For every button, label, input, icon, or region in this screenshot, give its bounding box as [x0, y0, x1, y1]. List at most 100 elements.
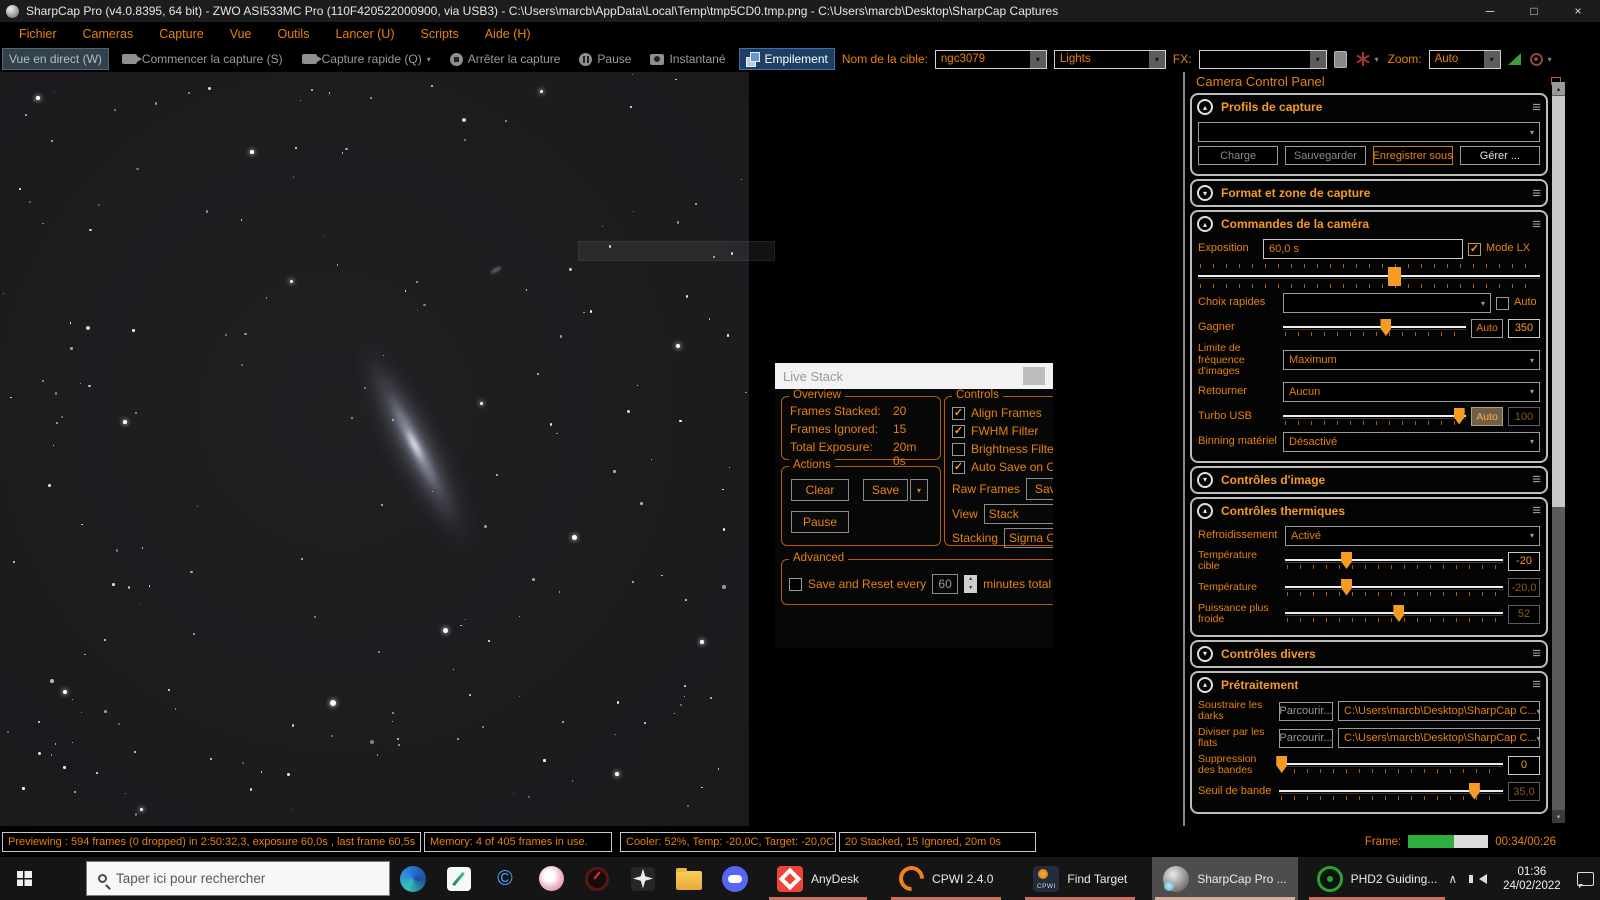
search-input[interactable]: [116, 871, 356, 886]
darks-combo[interactable]: C:\Users\marcb\Desktop\SharpCap C...▾: [1338, 701, 1540, 721]
section-commandes-header[interactable]: ▴ Commandes de la caméra ≡: [1197, 213, 1541, 235]
save-reset-checkbox[interactable]: ✓: [789, 578, 802, 591]
panel-splitter[interactable]: [1183, 72, 1185, 826]
live-stack-titlebar[interactable]: Live Stack: [775, 363, 1053, 389]
flats-browse-button[interactable]: Parcourir...: [1279, 729, 1333, 748]
live-stack-button[interactable]: Empilement: [739, 48, 835, 70]
gagner-auto-button[interactable]: Auto: [1471, 319, 1503, 338]
reticle-button[interactable]: ▾: [1528, 48, 1554, 70]
refroidissement-combo[interactable]: Activé▾: [1285, 526, 1540, 546]
seuil-slider[interactable]: [1279, 781, 1503, 803]
menu-scripts[interactable]: Scripts: [408, 22, 472, 46]
minimize-button[interactable]: ─: [1468, 0, 1512, 22]
pause-stack-button[interactable]: Pause: [791, 511, 849, 533]
choix-auto-checkbox[interactable]: ✓: [1496, 297, 1509, 310]
taskbar-discord-icon[interactable]: [712, 857, 758, 900]
chevron-down-icon[interactable]: ▾: [1484, 51, 1500, 68]
temperature-cible-slider[interactable]: [1285, 550, 1503, 572]
section-divers-header[interactable]: ▾ Contrôles divers ≡: [1197, 643, 1541, 665]
turbo-auto-button[interactable]: Auto: [1471, 407, 1503, 426]
frame-type-combo[interactable]: Lights▾: [1054, 50, 1166, 69]
fx-combo[interactable]: ▾: [1199, 50, 1327, 69]
collapse-icon[interactable]: ▴: [1197, 503, 1213, 519]
menu-cameras[interactable]: Cameras: [70, 22, 147, 46]
hamburger-icon[interactable]: ≡: [1532, 217, 1541, 232]
live-stack-title-button[interactable]: [1023, 367, 1045, 385]
save-stack-button[interactable]: Save St: [1026, 478, 1053, 500]
exposition-slider[interactable]: [1198, 263, 1540, 289]
notification-icon[interactable]: [1577, 872, 1594, 886]
choix-rapides-combo[interactable]: ▾: [1283, 293, 1491, 313]
fwhm-filter-checkbox[interactable]: ✓FWHM Filter: [945, 422, 1053, 440]
bandes-slider[interactable]: [1279, 754, 1503, 776]
chevron-down-icon[interactable]: ▾: [1149, 51, 1165, 68]
start-button[interactable]: [0, 857, 48, 900]
menu-vue[interactable]: Vue: [217, 22, 265, 46]
profile-combo[interactable]: ▾: [1198, 122, 1540, 142]
quick-capture-button[interactable]: Capture rapide (Q)▾: [296, 48, 437, 70]
taskbar-gauge-app-icon[interactable]: [574, 857, 620, 900]
tray-chevron-icon[interactable]: ∧: [1448, 872, 1457, 886]
section-profils-header[interactable]: ▴ Profils de capture ≡: [1197, 96, 1541, 118]
histogram-icon[interactable]: [1508, 53, 1521, 65]
charge-button[interactable]: Charge: [1198, 146, 1278, 165]
section-format-header[interactable]: ▾ Format et zone de capture ≡: [1197, 182, 1541, 204]
start-capture-button[interactable]: Commencer la capture (S): [116, 48, 289, 70]
view-combo[interactable]: Stack: [984, 504, 1053, 524]
hamburger-icon[interactable]: ≡: [1532, 186, 1541, 201]
spinner-up-icon[interactable]: ▴: [969, 575, 972, 584]
limite-combo[interactable]: Maximum▾: [1283, 350, 1540, 370]
taskbar-find-target[interactable]: CPWI Find Target: [1022, 857, 1138, 900]
interval-spinner[interactable]: ▴▾: [964, 575, 977, 593]
expand-icon[interactable]: ▾: [1197, 185, 1213, 201]
taskbar-sharpcap[interactable]: SharpCap Pro ...: [1152, 857, 1297, 900]
chevron-down-icon[interactable]: ▾: [1310, 51, 1326, 68]
gerer-button[interactable]: Gérer ...: [1460, 146, 1540, 165]
taskbar-anydesk[interactable]: AnyDesk: [766, 857, 870, 900]
menu-outils[interactable]: Outils: [265, 22, 323, 46]
save-dropdown-button[interactable]: ▾: [910, 479, 928, 501]
taskbar-cpwi[interactable]: CPWI 2.4.0: [888, 857, 1004, 900]
pause-button[interactable]: Pause: [573, 48, 637, 70]
hamburger-icon[interactable]: ≡: [1532, 503, 1541, 518]
retourner-combo[interactable]: Aucun▾: [1283, 382, 1540, 402]
live-view-button[interactable]: Vue en direct (W): [2, 48, 109, 70]
maximize-button[interactable]: □: [1512, 0, 1556, 22]
menu-aide[interactable]: Aide (H): [472, 22, 544, 46]
close-button[interactable]: ×: [1556, 0, 1600, 22]
gagner-slider[interactable]: [1283, 317, 1466, 339]
taskbar-edge-icon[interactable]: [390, 857, 436, 900]
expand-icon[interactable]: ▾: [1197, 646, 1213, 662]
scrollbar-thumb[interactable]: [1552, 96, 1565, 507]
save-button[interactable]: Save: [863, 479, 908, 501]
target-name-combo[interactable]: ngc3079▾: [935, 50, 1047, 69]
section-thermiques-header[interactable]: ▴ Contrôles thermiques ≡: [1197, 500, 1541, 522]
menu-lancer[interactable]: Lancer (U): [322, 22, 407, 46]
taskbar-notepad-icon[interactable]: [436, 857, 482, 900]
chevron-down-icon[interactable]: ▾: [1030, 51, 1046, 68]
menu-capture[interactable]: Capture: [146, 22, 216, 46]
speaker-icon[interactable]: [1479, 874, 1487, 884]
menu-fichier[interactable]: Fichier: [6, 22, 70, 46]
gagner-value[interactable]: 350: [1508, 319, 1540, 338]
hamburger-icon[interactable]: ≡: [1532, 677, 1541, 692]
mode-lx-checkbox[interactable]: ✓: [1468, 243, 1481, 256]
align-frames-checkbox[interactable]: ✓Align Frames: [945, 404, 1053, 422]
taskbar-copyright-app-icon[interactable]: ©: [482, 857, 528, 900]
scrollbar-up-arrow[interactable]: ▴: [1552, 82, 1565, 95]
collapse-icon[interactable]: ▴: [1197, 216, 1213, 232]
stacking-combo[interactable]: Sigma Clipp: [1004, 528, 1053, 548]
turbo-usb-slider[interactable]: [1283, 406, 1466, 428]
clear-button[interactable]: Clear: [791, 479, 849, 501]
display-stretch-icon[interactable]: [1334, 51, 1347, 68]
search-box[interactable]: [86, 861, 390, 896]
auto-save-checkbox[interactable]: ✓Auto Save on Clea: [945, 458, 1053, 476]
taskbar-star-app-icon[interactable]: [620, 857, 666, 900]
collapse-icon[interactable]: ▴: [1197, 99, 1213, 115]
darks-browse-button[interactable]: Parcourir...: [1279, 702, 1333, 721]
taskbar-phd2[interactable]: PHD2 Guiding...: [1306, 857, 1449, 900]
taskbar-planetarium-icon[interactable]: [528, 857, 574, 900]
collapse-icon[interactable]: ▴: [1197, 677, 1213, 693]
bandes-value[interactable]: 0: [1508, 756, 1540, 775]
expand-icon[interactable]: ▾: [1197, 472, 1213, 488]
